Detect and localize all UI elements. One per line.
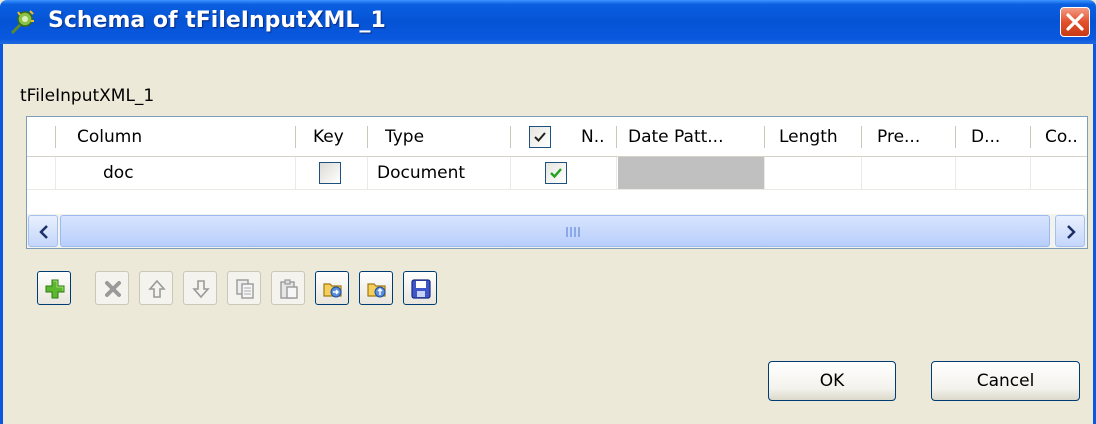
scroll-left-button[interactable] (28, 215, 58, 247)
component-icon (10, 10, 34, 35)
cancel-button[interactable]: Cancel (931, 361, 1080, 401)
header-nullable[interactable]: N.. (581, 117, 605, 157)
header-type[interactable]: Type (385, 117, 424, 157)
add-button[interactable] (37, 271, 71, 305)
header-date-pattern[interactable]: Date Patt... (628, 117, 723, 157)
title-bar[interactable]: Schema of tFileInputXML_1 (0, 0, 1096, 44)
copy-button[interactable] (227, 271, 261, 305)
header-length[interactable]: Length (779, 117, 838, 157)
move-down-button[interactable] (183, 271, 217, 305)
export-button[interactable] (359, 271, 393, 305)
nullable-checkbox[interactable] (545, 162, 567, 184)
component-label: tFileInputXML_1 (20, 86, 155, 106)
import-folder-icon (323, 283, 342, 298)
chevron-right-icon (1067, 225, 1076, 239)
paste-icon (280, 279, 298, 299)
header-key[interactable]: Key (313, 117, 344, 157)
header-column[interactable]: Column (77, 117, 142, 157)
cell-type[interactable]: Document (377, 157, 465, 189)
remove-button[interactable] (95, 271, 129, 305)
paste-button[interactable] (271, 271, 305, 305)
check-icon (550, 168, 562, 179)
window-title: Schema of tFileInputXML_1 (48, 8, 386, 33)
save-icon (411, 279, 431, 299)
copy-icon (236, 279, 254, 299)
scroll-right-button[interactable] (1055, 215, 1085, 247)
import-button[interactable] (315, 271, 349, 305)
scroll-thumb[interactable] (60, 215, 1050, 247)
arrow-up-icon (148, 279, 166, 298)
cell-column[interactable]: doc (103, 157, 134, 189)
horizontal-scrollbar[interactable] (27, 214, 1087, 248)
close-icon (1066, 13, 1084, 31)
schema-table: Column Key Type N.. Date Patt... Length … (26, 116, 1088, 249)
chevron-left-icon (39, 225, 48, 239)
header-comment[interactable]: Co.. (1045, 117, 1085, 157)
check-icon (534, 132, 546, 142)
export-folder-icon (367, 283, 386, 298)
grip-icon (566, 227, 580, 237)
header-default[interactable]: D... (971, 117, 1000, 157)
arrow-down-icon (192, 280, 210, 299)
ok-button[interactable]: OK (768, 361, 896, 401)
move-up-button[interactable] (139, 271, 173, 305)
x-icon (105, 281, 121, 297)
save-button[interactable] (403, 271, 437, 305)
table-header: Column Key Type N.. Date Patt... Length … (27, 117, 1087, 157)
plus-icon (45, 279, 65, 299)
table-row[interactable]: doc Document (27, 157, 1087, 189)
close-button[interactable] (1060, 7, 1090, 37)
nullable-all-checkbox[interactable] (529, 126, 551, 148)
header-precision[interactable]: Pre... (877, 117, 920, 157)
key-checkbox[interactable] (319, 162, 341, 184)
